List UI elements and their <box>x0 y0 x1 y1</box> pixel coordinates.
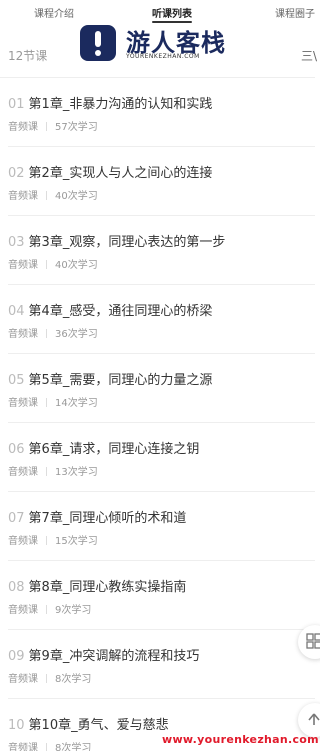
lesson-number: 03 <box>8 235 25 250</box>
lesson-meta: 音频课 8次学习 <box>8 670 91 685</box>
lesson-meta: 音频课 15次学习 <box>8 532 98 547</box>
lesson-views: 13次学习 <box>55 467 98 478</box>
lesson-item[interactable]: 08 第8章_同理心教练实操指南音频课 9次学习 <box>0 561 315 630</box>
meta-separator <box>46 674 47 683</box>
lesson-meta: 音频课 36次学习 <box>8 325 98 340</box>
lesson-meta: 音频课 40次学习 <box>8 256 98 271</box>
lesson-meta: 音频课 14次学习 <box>8 394 98 409</box>
grid-icon <box>306 633 320 652</box>
lesson-title-row: 09 第9章_冲突调解的流程和技巧 <box>8 645 199 664</box>
lesson-type: 音频课 <box>8 605 38 616</box>
lesson-type: 音频课 <box>8 329 38 340</box>
tab-lesson-list[interactable]: 听课列表 <box>152 5 192 20</box>
lesson-count: 12节课 <box>8 49 48 63</box>
lesson-title: 第4章_感受，通往同理心的桥梁 <box>28 304 213 319</box>
lesson-title-row: 01 第1章_非暴力沟通的认知和实践 <box>8 93 212 112</box>
lesson-item[interactable]: 07 第7章_同理心倾听的术和道音频课 15次学习 <box>0 492 315 561</box>
meta-separator <box>46 605 47 614</box>
lesson-title-row: 07 第7章_同理心倾听的术和道 <box>8 507 186 526</box>
lesson-number: 07 <box>8 511 25 526</box>
meta-separator <box>46 122 47 131</box>
lesson-number: 10 <box>8 718 25 733</box>
lesson-meta: 音频课 57次学习 <box>8 118 98 133</box>
lesson-views: 40次学习 <box>55 191 98 202</box>
lesson-number: 04 <box>8 304 25 319</box>
lesson-meta: 音频课 13次学习 <box>8 463 98 478</box>
lesson-title-row: 03 第3章_观察，同理心表达的第一步 <box>8 231 225 250</box>
lesson-item[interactable]: 05 第5章_需要，同理心的力量之源音频课 14次学习 <box>0 354 315 423</box>
tab-course-intro[interactable]: 课程介绍 <box>34 5 74 20</box>
lesson-views: 40次学习 <box>55 260 98 271</box>
meta-separator <box>46 329 47 338</box>
lesson-number: 06 <box>8 442 25 457</box>
lesson-views: 57次学习 <box>55 122 98 133</box>
lesson-views: 8次学习 <box>55 743 92 751</box>
course-tabs: 课程介绍 听课列表 课程圈子 <box>0 0 315 24</box>
lesson-title: 第9章_冲突调解的流程和技巧 <box>28 649 200 664</box>
lesson-title-row: 02 第2章_实现人与人之间心的连接 <box>8 162 212 181</box>
lesson-title: 第5章_需要，同理心的力量之源 <box>28 373 213 388</box>
lesson-number: 08 <box>8 580 25 595</box>
lesson-title-row: 05 第5章_需要，同理心的力量之源 <box>8 369 212 388</box>
lesson-item[interactable]: 02 第2章_实现人与人之间心的连接音频课 40次学习 <box>0 147 315 216</box>
lesson-views: 15次学习 <box>55 536 98 547</box>
lesson-item[interactable]: 04 第4章_感受，通往同理心的桥梁音频课 36次学习 <box>0 285 315 354</box>
lesson-title-row: 10 第10章_勇气、爱与慈悲 <box>8 714 169 733</box>
meta-separator <box>46 398 47 407</box>
watermark-url: www.yourenkezhan.com <box>162 733 319 746</box>
lesson-type: 音频课 <box>8 191 38 202</box>
lesson-item[interactable]: 03 第3章_观察，同理心表达的第一步音频课 40次学习 <box>0 216 315 285</box>
lesson-type: 音频课 <box>8 122 38 133</box>
lesson-type: 音频课 <box>8 260 38 271</box>
lesson-title-row: 04 第4章_感受，通往同理心的桥梁 <box>8 300 212 319</box>
lesson-type: 音频课 <box>8 674 38 685</box>
lesson-item[interactable]: 06 第6章_请求，同理心连接之钥音频课 13次学习 <box>0 423 315 492</box>
arrow-up-icon <box>306 711 320 730</box>
lesson-title: 第3章_观察，同理心表达的第一步 <box>28 235 226 250</box>
lesson-meta: 音频课 40次学习 <box>8 187 98 202</box>
lesson-title: 第7章_同理心倾听的术和道 <box>28 511 187 526</box>
lesson-number: 09 <box>8 649 25 664</box>
lesson-type: 音频课 <box>8 398 38 409</box>
sort-toggle[interactable]: 三\ <box>301 47 317 64</box>
lesson-title: 第8章_同理心教练实操指南 <box>28 580 187 595</box>
lesson-title: 第10章_勇气、爱与慈悲 <box>28 718 169 733</box>
lesson-type: 音频课 <box>8 536 38 547</box>
lesson-title-row: 08 第8章_同理心教练实操指南 <box>8 576 186 595</box>
meta-separator <box>46 191 47 200</box>
meta-separator <box>46 743 47 751</box>
lesson-views: 14次学习 <box>55 398 98 409</box>
lesson-title: 第6章_请求，同理心连接之钥 <box>28 442 200 457</box>
lesson-number: 01 <box>8 97 25 112</box>
lesson-views: 36次学习 <box>55 329 98 340</box>
lesson-meta: 音频课 8次学习 <box>8 739 91 751</box>
meta-separator <box>46 536 47 545</box>
lesson-type: 音频课 <box>8 467 38 478</box>
lesson-item[interactable]: 09 第9章_冲突调解的流程和技巧音频课 8次学习 <box>0 630 315 699</box>
lesson-views: 8次学习 <box>55 674 92 685</box>
lesson-views: 9次学习 <box>55 605 92 616</box>
lesson-number: 02 <box>8 166 25 181</box>
meta-separator <box>46 467 47 476</box>
lesson-item[interactable]: 01 第1章_非暴力沟通的认知和实践音频课 57次学习 <box>0 78 315 147</box>
lesson-title: 第2章_实现人与人之间心的连接 <box>28 166 213 181</box>
lesson-type: 音频课 <box>8 743 38 751</box>
lesson-number: 05 <box>8 373 25 388</box>
tab-course-circle[interactable]: 课程圈子 <box>275 5 315 20</box>
list-subheader: 12节课 三\ <box>0 44 317 78</box>
lesson-list: 01 第1章_非暴力沟通的认知和实践音频课 57次学习 02 第2章_实现人与人之间心的… <box>0 78 315 751</box>
lesson-title: 第1章_非暴力沟通的认知和实践 <box>28 97 213 112</box>
lesson-title-row: 06 第6章_请求，同理心连接之钥 <box>8 438 199 457</box>
meta-separator <box>46 260 47 269</box>
lesson-meta: 音频课 9次学习 <box>8 601 91 616</box>
